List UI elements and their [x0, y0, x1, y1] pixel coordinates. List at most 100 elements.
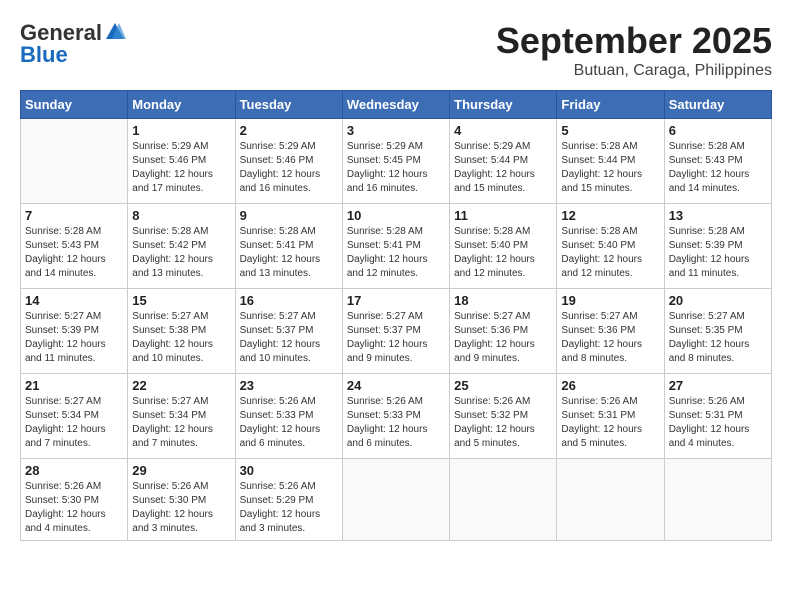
- day-number: 6: [669, 123, 767, 138]
- day-info: Sunrise: 5:26 AM Sunset: 5:29 PM Dayligh…: [240, 480, 338, 536]
- calendar-cell: [664, 459, 771, 541]
- calendar-cell: 16Sunrise: 5:27 AM Sunset: 5:37 PM Dayli…: [235, 289, 342, 374]
- day-number: 19: [561, 293, 659, 308]
- day-number: 21: [25, 378, 123, 393]
- calendar-cell: 8Sunrise: 5:28 AM Sunset: 5:42 PM Daylig…: [128, 204, 235, 289]
- day-info: Sunrise: 5:27 AM Sunset: 5:35 PM Dayligh…: [669, 310, 767, 366]
- day-info: Sunrise: 5:28 AM Sunset: 5:39 PM Dayligh…: [669, 225, 767, 281]
- day-info: Sunrise: 5:27 AM Sunset: 5:34 PM Dayligh…: [132, 395, 230, 451]
- day-number: 13: [669, 208, 767, 223]
- day-info: Sunrise: 5:26 AM Sunset: 5:30 PM Dayligh…: [132, 480, 230, 536]
- day-number: 2: [240, 123, 338, 138]
- day-number: 25: [454, 378, 552, 393]
- day-info: Sunrise: 5:28 AM Sunset: 5:40 PM Dayligh…: [454, 225, 552, 281]
- calendar-cell: 29 Sunrise: 5:26 AM Sunset: 5:30 PM Dayli…: [128, 459, 235, 541]
- day-info: Sunrise: 5:29 AM Sunset: 5:46 PM Dayligh…: [240, 140, 338, 196]
- title-area: September 2025 Butuan, Caraga, Philippin…: [496, 20, 772, 80]
- day-info: Sunrise: 5:26 AM Sunset: 5:31 PM Dayligh…: [669, 395, 767, 451]
- calendar-cell: 20Sunrise: 5:27 AM Sunset: 5:35 PM Dayli…: [664, 289, 771, 374]
- calendar-cell: 2 Sunrise: 5:29 AM Sunset: 5:46 PM Daylig…: [235, 119, 342, 204]
- calendar-cell: 19 Sunrise: 5:27 AM Sunset: 5:36 PM Dayli…: [557, 289, 664, 374]
- day-number: 18: [454, 293, 552, 308]
- weekday-header-sunday: Sunday: [21, 91, 128, 119]
- week-row-3: 14Sunrise: 5:27 AM Sunset: 5:39 PM Dayli…: [21, 289, 772, 374]
- calendar-cell: 4 Sunrise: 5:29 AM Sunset: 5:44 PM Daylig…: [450, 119, 557, 204]
- day-number: 12: [561, 208, 659, 223]
- logo-blue: Blue: [20, 42, 68, 68]
- day-number: 3: [347, 123, 445, 138]
- day-number: 4: [454, 123, 552, 138]
- calendar-cell: [21, 119, 128, 204]
- calendar-cell: 17 Sunrise: 5:27 AM Sunset: 5:37 PM Dayli…: [342, 289, 449, 374]
- week-row-1: 1Sunrise: 5:29 AM Sunset: 5:46 PM Daylig…: [21, 119, 772, 204]
- day-info: Sunrise: 5:27 AM Sunset: 5:34 PM Dayligh…: [25, 395, 123, 451]
- day-info: Sunrise: 5:27 AM Sunset: 5:37 PM Dayligh…: [347, 310, 445, 366]
- weekday-header-friday: Friday: [557, 91, 664, 119]
- weekday-header-monday: Monday: [128, 91, 235, 119]
- day-number: 28: [25, 463, 123, 478]
- day-info: Sunrise: 5:26 AM Sunset: 5:33 PM Dayligh…: [347, 395, 445, 451]
- header: General Blue September 2025 Butuan, Cara…: [20, 20, 772, 80]
- calendar-cell: 7 Sunrise: 5:28 AM Sunset: 5:43 PM Daylig…: [21, 204, 128, 289]
- calendar-cell: 11 Sunrise: 5:28 AM Sunset: 5:40 PM Dayli…: [450, 204, 557, 289]
- month-title: September 2025: [496, 20, 772, 62]
- day-number: 5: [561, 123, 659, 138]
- day-number: 30: [240, 463, 338, 478]
- day-info: Sunrise: 5:28 AM Sunset: 5:43 PM Dayligh…: [669, 140, 767, 196]
- day-number: 15: [132, 293, 230, 308]
- day-info: Sunrise: 5:29 AM Sunset: 5:45 PM Dayligh…: [347, 140, 445, 196]
- weekday-header-thursday: Thursday: [450, 91, 557, 119]
- logo: General Blue: [20, 20, 126, 68]
- day-number: 26: [561, 378, 659, 393]
- day-info: Sunrise: 5:27 AM Sunset: 5:36 PM Dayligh…: [454, 310, 552, 366]
- location: Butuan, Caraga, Philippines: [496, 62, 772, 80]
- day-number: 10: [347, 208, 445, 223]
- calendar-cell: 13 Sunrise: 5:28 AM Sunset: 5:39 PM Dayli…: [664, 204, 771, 289]
- week-row-5: 28 Sunrise: 5:26 AM Sunset: 5:30 PM Dayli…: [21, 459, 772, 541]
- calendar-cell: 25Sunrise: 5:26 AM Sunset: 5:32 PM Dayli…: [450, 374, 557, 459]
- day-info: Sunrise: 5:28 AM Sunset: 5:41 PM Dayligh…: [240, 225, 338, 281]
- calendar-cell: 14Sunrise: 5:27 AM Sunset: 5:39 PM Dayli…: [21, 289, 128, 374]
- calendar-cell: 28 Sunrise: 5:26 AM Sunset: 5:30 PM Dayli…: [21, 459, 128, 541]
- day-info: Sunrise: 5:27 AM Sunset: 5:38 PM Dayligh…: [132, 310, 230, 366]
- weekday-header-wednesday: Wednesday: [342, 91, 449, 119]
- day-info: Sunrise: 5:29 AM Sunset: 5:46 PM Dayligh…: [132, 140, 230, 196]
- day-number: 22: [132, 378, 230, 393]
- calendar-cell: 22 Sunrise: 5:27 AM Sunset: 5:34 PM Dayli…: [128, 374, 235, 459]
- day-number: 17: [347, 293, 445, 308]
- day-info: Sunrise: 5:28 AM Sunset: 5:40 PM Dayligh…: [561, 225, 659, 281]
- day-info: Sunrise: 5:26 AM Sunset: 5:30 PM Dayligh…: [25, 480, 123, 536]
- day-info: Sunrise: 5:27 AM Sunset: 5:36 PM Dayligh…: [561, 310, 659, 366]
- day-info: Sunrise: 5:28 AM Sunset: 5:42 PM Dayligh…: [132, 225, 230, 281]
- calendar-cell: 23 Sunrise: 5:26 AM Sunset: 5:33 PM Dayli…: [235, 374, 342, 459]
- day-info: Sunrise: 5:27 AM Sunset: 5:39 PM Dayligh…: [25, 310, 123, 366]
- weekday-header-saturday: Saturday: [664, 91, 771, 119]
- day-number: 27: [669, 378, 767, 393]
- day-info: Sunrise: 5:28 AM Sunset: 5:44 PM Dayligh…: [561, 140, 659, 196]
- day-info: Sunrise: 5:29 AM Sunset: 5:44 PM Dayligh…: [454, 140, 552, 196]
- weekday-header-row: SundayMondayTuesdayWednesdayThursdayFrid…: [21, 91, 772, 119]
- week-row-2: 7 Sunrise: 5:28 AM Sunset: 5:43 PM Daylig…: [21, 204, 772, 289]
- week-row-4: 21 Sunrise: 5:27 AM Sunset: 5:34 PM Dayli…: [21, 374, 772, 459]
- calendar-cell: 9 Sunrise: 5:28 AM Sunset: 5:41 PM Daylig…: [235, 204, 342, 289]
- calendar-cell: 5 Sunrise: 5:28 AM Sunset: 5:44 PM Daylig…: [557, 119, 664, 204]
- day-info: Sunrise: 5:26 AM Sunset: 5:33 PM Dayligh…: [240, 395, 338, 451]
- calendar-cell: 30 Sunrise: 5:26 AM Sunset: 5:29 PM Dayli…: [235, 459, 342, 541]
- day-number: 16: [240, 293, 338, 308]
- day-number: 23: [240, 378, 338, 393]
- weekday-header-tuesday: Tuesday: [235, 91, 342, 119]
- calendar-cell: [557, 459, 664, 541]
- calendar-cell: 6 Sunrise: 5:28 AM Sunset: 5:43 PM Daylig…: [664, 119, 771, 204]
- day-number: 7: [25, 208, 123, 223]
- calendar-cell: 12 Sunrise: 5:28 AM Sunset: 5:40 PM Dayli…: [557, 204, 664, 289]
- day-info: Sunrise: 5:28 AM Sunset: 5:41 PM Dayligh…: [347, 225, 445, 281]
- day-info: Sunrise: 5:26 AM Sunset: 5:31 PM Dayligh…: [561, 395, 659, 451]
- calendar-cell: 10 Sunrise: 5:28 AM Sunset: 5:41 PM Dayli…: [342, 204, 449, 289]
- calendar-cell: 24Sunrise: 5:26 AM Sunset: 5:33 PM Dayli…: [342, 374, 449, 459]
- day-number: 9: [240, 208, 338, 223]
- day-info: Sunrise: 5:28 AM Sunset: 5:43 PM Dayligh…: [25, 225, 123, 281]
- calendar-cell: [450, 459, 557, 541]
- day-number: 29: [132, 463, 230, 478]
- calendar-cell: 15 Sunrise: 5:27 AM Sunset: 5:38 PM Dayli…: [128, 289, 235, 374]
- day-number: 11: [454, 208, 552, 223]
